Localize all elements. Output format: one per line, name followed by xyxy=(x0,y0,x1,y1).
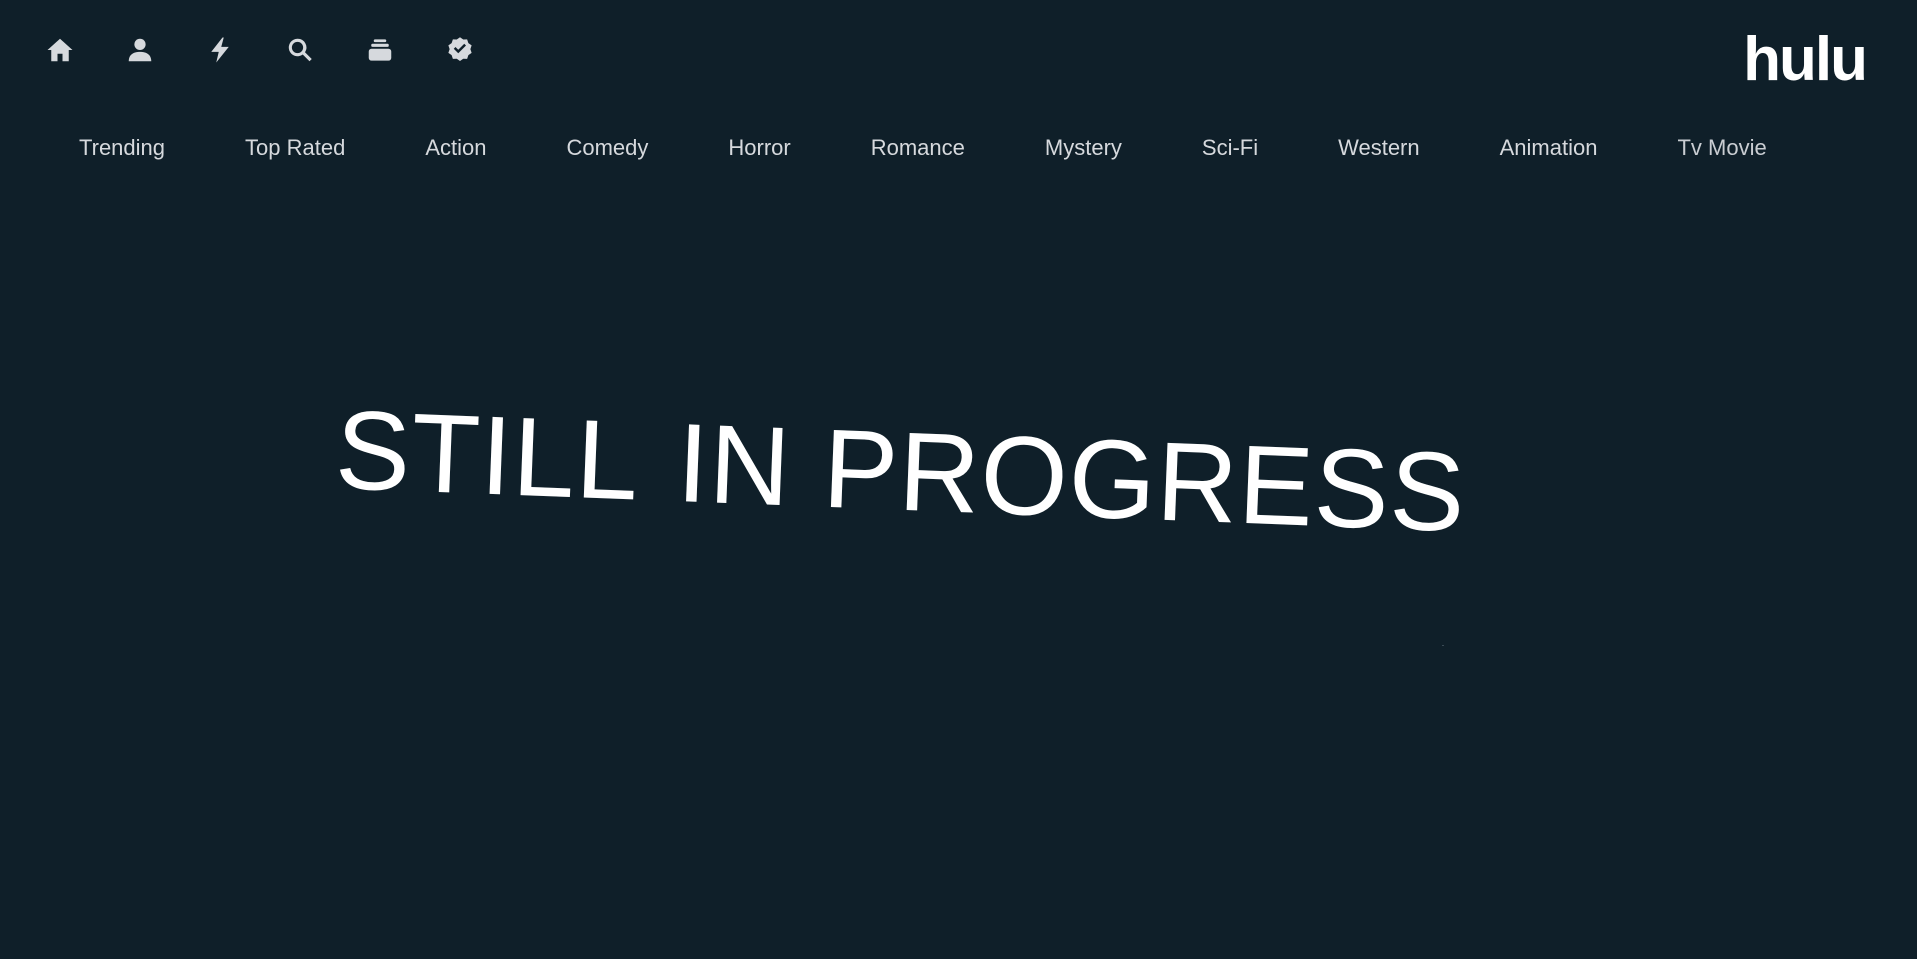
home-icon[interactable] xyxy=(40,30,80,70)
genre-comedy[interactable]: Comedy xyxy=(566,130,648,166)
genre-mystery[interactable]: Mystery xyxy=(1045,130,1122,166)
page: hulu Trending Top Rated Action Comedy Ho… xyxy=(0,0,1917,959)
genre-romance[interactable]: Romance xyxy=(871,130,965,166)
genre-western[interactable]: Western xyxy=(1338,130,1420,166)
hulu-logo[interactable]: hulu xyxy=(1743,24,1868,96)
hero-word-in-progress: IN PROGRESS xyxy=(674,400,1469,556)
genre-action[interactable]: Action xyxy=(425,130,486,166)
genre-trending[interactable]: Trending xyxy=(79,130,165,166)
top-nav-icons xyxy=(40,30,520,70)
hero-heading: STILL IN PROGRESS xyxy=(333,387,1469,556)
user-icon[interactable] xyxy=(120,30,160,70)
hero-word-still: STILL xyxy=(333,387,642,524)
hero-gap xyxy=(638,500,676,501)
genre-sci-fi[interactable]: Sci-Fi xyxy=(1202,130,1258,166)
decorative-dot xyxy=(1442,645,1444,646)
bolt-icon[interactable] xyxy=(200,30,240,70)
genre-animation[interactable]: Animation xyxy=(1500,130,1598,166)
verified-icon[interactable] xyxy=(440,30,480,70)
search-icon[interactable] xyxy=(280,30,320,70)
genre-top-rated[interactable]: Top Rated xyxy=(245,130,345,166)
genre-tv-movie[interactable]: Tv Movie xyxy=(1677,130,1766,166)
genre-nav: Trending Top Rated Action Comedy Horror … xyxy=(79,130,1767,166)
genre-horror[interactable]: Horror xyxy=(728,130,790,166)
collection-icon[interactable] xyxy=(360,30,400,70)
